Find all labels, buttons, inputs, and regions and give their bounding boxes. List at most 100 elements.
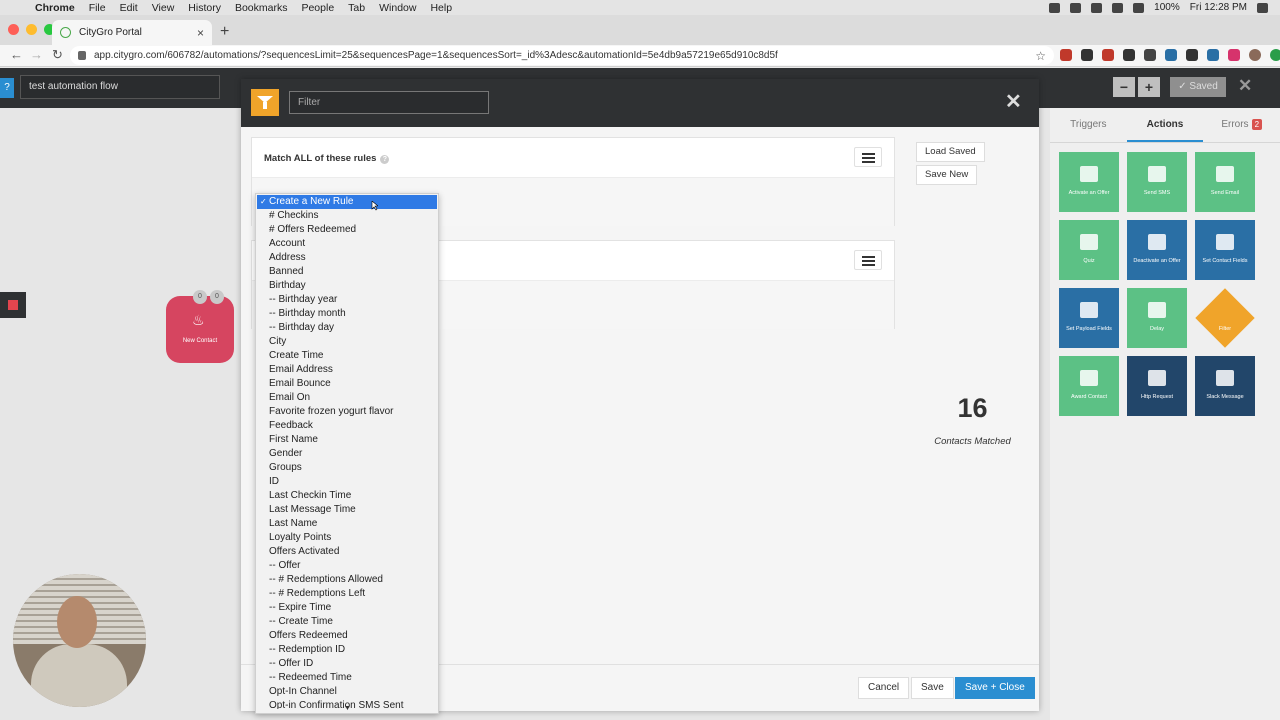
- stop-button[interactable]: [0, 292, 26, 318]
- action-tile[interactable]: Set Payload Fields: [1059, 288, 1119, 348]
- dropdown-option[interactable]: Last Checkin Time: [256, 489, 438, 503]
- dropdown-option[interactable]: First Name: [256, 433, 438, 447]
- extension-icon[interactable]: [1186, 49, 1198, 61]
- dropdown-option[interactable]: -- Redeemed Time: [256, 671, 438, 685]
- save-close-button[interactable]: Save + Close: [955, 677, 1035, 699]
- zoom-in-button[interactable]: +: [1138, 77, 1160, 97]
- dropdown-option[interactable]: -- Birthday day: [256, 321, 438, 335]
- action-tile[interactable]: Filter: [1195, 288, 1255, 348]
- spotlight-icon[interactable]: [1257, 2, 1268, 13]
- dropdown-option[interactable]: -- Create Time: [256, 615, 438, 629]
- reload-icon[interactable]: ↻: [52, 47, 63, 63]
- saved-button[interactable]: ✓ Saved: [1170, 77, 1226, 97]
- menu-window[interactable]: Window: [379, 2, 416, 14]
- trigger-node[interactable]: 0 0 ♨ New Contact: [166, 290, 234, 363]
- scroll-down-arrow-icon[interactable]: ▼: [344, 705, 351, 712]
- dropdown-option[interactable]: Banned: [256, 265, 438, 279]
- dropdown-option[interactable]: -- Birthday month: [256, 307, 438, 321]
- tab-errors[interactable]: Errors 2: [1203, 108, 1280, 142]
- menu-app-name[interactable]: Chrome: [35, 2, 75, 14]
- zoom-out-button[interactable]: −: [1113, 77, 1135, 97]
- extension-icon[interactable]: [1081, 49, 1093, 61]
- rule-field-dropdown[interactable]: ✓ Create a New Rule # Checkins # Offers R…: [255, 193, 439, 714]
- close-editor-icon[interactable]: ✕: [1238, 76, 1252, 96]
- back-icon[interactable]: ←: [10, 47, 23, 62]
- dropdown-option[interactable]: Loyalty Points: [256, 531, 438, 545]
- action-tile[interactable]: Send Email: [1195, 152, 1255, 212]
- dropdown-option[interactable]: Last Name: [256, 517, 438, 531]
- menu-file[interactable]: File: [89, 2, 106, 14]
- dropdown-option[interactable]: # Checkins: [256, 209, 438, 223]
- close-modal-icon[interactable]: ✕: [1005, 89, 1022, 114]
- action-tile[interactable]: Quiz: [1059, 220, 1119, 280]
- dropdown-option[interactable]: Opt-In Channel: [256, 685, 438, 699]
- action-tile[interactable]: Activate an Offer: [1059, 152, 1119, 212]
- load-saved-button[interactable]: Load Saved: [916, 142, 985, 162]
- menu-tab[interactable]: Tab: [348, 2, 365, 14]
- status-icon[interactable]: [1070, 2, 1082, 13]
- extension-icon[interactable]: [1270, 49, 1280, 61]
- bookmark-star-icon[interactable]: ☆: [1035, 49, 1046, 63]
- menu-help[interactable]: Help: [430, 2, 452, 14]
- rule-menu-button[interactable]: [854, 147, 882, 167]
- dropdown-option[interactable]: -- # Redemptions Left: [256, 587, 438, 601]
- filter-name-input[interactable]: [289, 91, 489, 114]
- dropdown-option[interactable]: -- Offer: [256, 559, 438, 573]
- menu-view[interactable]: View: [152, 2, 175, 14]
- dropdown-option[interactable]: Email On: [256, 391, 438, 405]
- close-window-button[interactable]: [8, 24, 19, 35]
- dropdown-option[interactable]: Address: [256, 251, 438, 265]
- help-circle-icon[interactable]: ?: [380, 155, 390, 164]
- clock[interactable]: Fri 12:28 PM: [1190, 2, 1247, 13]
- menu-people[interactable]: People: [301, 2, 334, 14]
- dropdown-option[interactable]: Offers Activated: [256, 545, 438, 559]
- dropdown-option[interactable]: Gender: [256, 447, 438, 461]
- volume-icon[interactable]: [1133, 2, 1145, 13]
- menu-edit[interactable]: Edit: [120, 2, 138, 14]
- dropdown-option[interactable]: -- Expire Time: [256, 601, 438, 615]
- action-tile[interactable]: Set Contact Fields: [1195, 220, 1255, 280]
- dropdown-option[interactable]: Feedback: [256, 419, 438, 433]
- action-tile[interactable]: Deactivate an Offer: [1127, 220, 1187, 280]
- extension-icon[interactable]: [1144, 49, 1156, 61]
- extension-icon[interactable]: [1165, 49, 1177, 61]
- extension-icon[interactable]: [1228, 49, 1240, 61]
- dropdown-option[interactable]: Groups: [256, 461, 438, 475]
- action-tile[interactable]: Award Contact: [1059, 356, 1119, 416]
- save-button[interactable]: Save: [911, 677, 954, 699]
- extension-icon[interactable]: [1060, 49, 1072, 61]
- save-new-button[interactable]: Save New: [916, 165, 978, 185]
- dropdown-option[interactable]: Account: [256, 237, 438, 251]
- dropdown-option[interactable]: -- Redemption ID: [256, 643, 438, 657]
- address-bar[interactable]: app.citygro.com/606782/automations/?sequ…: [70, 46, 1054, 65]
- close-tab-icon[interactable]: ×: [197, 26, 204, 40]
- action-tile[interactable]: Delay: [1127, 288, 1187, 348]
- dropdown-option[interactable]: Create Time: [256, 349, 438, 363]
- help-icon[interactable]: ?: [0, 78, 14, 98]
- menu-history[interactable]: History: [188, 2, 221, 14]
- apple-icon[interactable]: [13, 2, 25, 14]
- new-tab-icon[interactable]: +: [220, 23, 229, 41]
- wifi-icon[interactable]: [1112, 2, 1124, 13]
- dropdown-option[interactable]: Email Bounce: [256, 377, 438, 391]
- dropdown-option[interactable]: Last Message Time: [256, 503, 438, 517]
- profile-avatar[interactable]: [1249, 49, 1261, 61]
- rule-menu-button[interactable]: [854, 250, 882, 270]
- battery-percent[interactable]: 100%: [1154, 2, 1180, 13]
- tab-actions[interactable]: Actions: [1126, 108, 1204, 142]
- dropdown-option[interactable]: -- Birthday year: [256, 293, 438, 307]
- dropdown-option-selected[interactable]: ✓ Create a New Rule: [257, 195, 437, 209]
- browser-tab[interactable]: CityGro Portal ×: [52, 20, 212, 45]
- extension-icon[interactable]: [1123, 49, 1135, 61]
- minimize-window-button[interactable]: [26, 24, 37, 35]
- dropdown-option[interactable]: Favorite frozen yogurt flavor: [256, 405, 438, 419]
- cancel-button[interactable]: Cancel: [858, 677, 910, 699]
- extension-icon[interactable]: [1207, 49, 1219, 61]
- extension-icon[interactable]: [1102, 49, 1114, 61]
- action-tile[interactable]: Send SMS: [1127, 152, 1187, 212]
- dropdown-option[interactable]: Email Address: [256, 363, 438, 377]
- action-tile[interactable]: Slack Message: [1195, 356, 1255, 416]
- dropdown-option[interactable]: -- # Redemptions Allowed: [256, 573, 438, 587]
- dropdown-option[interactable]: ID: [256, 475, 438, 489]
- dropdown-option[interactable]: Offers Redeemed: [256, 629, 438, 643]
